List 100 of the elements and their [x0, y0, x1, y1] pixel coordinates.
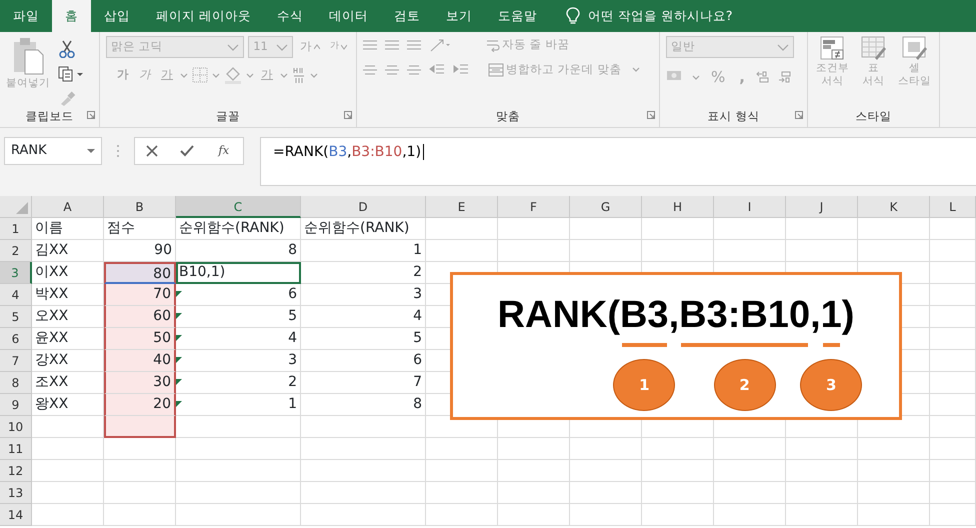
- empty-cell: [570, 460, 642, 482]
- column-header[interactable]: K: [858, 196, 930, 218]
- paste-clipboard-icon[interactable]: [11, 36, 45, 76]
- scissors-icon[interactable]: [58, 40, 76, 58]
- copy-icon[interactable]: [58, 66, 84, 82]
- empty-cell: [104, 438, 176, 460]
- merge-cells-icon: [488, 62, 504, 77]
- row-header[interactable]: 7: [0, 350, 32, 372]
- empty-cell: [570, 218, 642, 240]
- table-cell: 40: [104, 350, 176, 372]
- column-header[interactable]: J: [786, 196, 858, 218]
- column-header[interactable]: L: [930, 196, 976, 218]
- align-left-icon[interactable]: [363, 62, 377, 77]
- middle-align-icon[interactable]: [385, 38, 399, 52]
- ribbon-tab[interactable]: 검토: [380, 0, 433, 32]
- column-header[interactable]: A: [32, 196, 104, 218]
- ribbon-tab[interactable]: 보기: [432, 0, 485, 32]
- caret-icon[interactable]: [692, 74, 700, 80]
- borders-icon[interactable]: [192, 67, 208, 83]
- row-header[interactable]: 9: [0, 394, 32, 416]
- table-cell: 김XX: [32, 240, 104, 262]
- top-align-icon[interactable]: [363, 38, 377, 52]
- ribbon-tab[interactable]: 파일: [0, 0, 52, 32]
- decrease-decimal-icon[interactable]: [778, 70, 792, 84]
- empty-cell: [930, 460, 976, 482]
- numbered-circle: 3: [800, 359, 862, 411]
- caret-icon[interactable]: [180, 72, 188, 78]
- empty-cell: [498, 218, 570, 240]
- column-header[interactable]: F: [498, 196, 570, 218]
- caret-icon: [777, 44, 789, 50]
- ribbon-tab[interactable]: 페이지 레이아웃: [143, 0, 264, 32]
- ribbon-tab[interactable]: 삽입: [91, 0, 143, 32]
- empty-cell: [786, 460, 858, 482]
- row-header[interactable]: 13: [0, 482, 32, 504]
- empty-cell: [930, 416, 976, 438]
- insert-function-button[interactable]: fx: [215, 142, 232, 160]
- bottom-align-icon[interactable]: [407, 38, 421, 52]
- empty-cell: [930, 482, 976, 504]
- increase-decimal-icon[interactable]: [756, 70, 770, 84]
- row-header[interactable]: 14: [0, 504, 32, 526]
- tell-me-search[interactable]: 어떤 작업을 원하시나요?: [588, 6, 733, 26]
- caret-icon[interactable]: [246, 72, 254, 78]
- empty-cell: [714, 460, 786, 482]
- empty-cell: [498, 504, 570, 526]
- table-format-icon[interactable]: [860, 36, 886, 62]
- underline-mark: [822, 343, 840, 347]
- row-header[interactable]: 1: [0, 218, 32, 240]
- dialog-launcher-icon[interactable]: [87, 110, 95, 119]
- select-all-icon[interactable]: [16, 202, 28, 214]
- row-header[interactable]: 12: [0, 460, 32, 482]
- column-header[interactable]: B: [104, 196, 176, 218]
- ribbon-tab[interactable]: 홈: [52, 0, 91, 32]
- caret-icon[interactable]: [280, 72, 288, 78]
- caret-icon[interactable]: [632, 67, 640, 72]
- table-cell: 30: [104, 372, 176, 394]
- align-right-icon[interactable]: [407, 62, 421, 77]
- dialog-launcher-icon[interactable]: [795, 110, 803, 119]
- column-header[interactable]: E: [426, 196, 498, 218]
- caret-icon[interactable]: [212, 72, 220, 78]
- name-box-text: RANK: [11, 142, 47, 160]
- row-header[interactable]: 10: [0, 416, 32, 438]
- phonetic-guide-icon[interactable]: [292, 66, 306, 84]
- row-header[interactable]: 8: [0, 372, 32, 394]
- table-cell: 4: [301, 306, 426, 328]
- formula-text[interactable]: =RANK(B3,B3:B10,1): [273, 144, 424, 160]
- cancel-icon[interactable]: [146, 145, 158, 157]
- empty-cell: [930, 394, 976, 416]
- ribbon-tab[interactable]: 도움말: [484, 0, 550, 32]
- column-header[interactable]: H: [642, 196, 714, 218]
- empty-cell: [642, 218, 714, 240]
- group-label: 표시 형식: [708, 108, 760, 125]
- empty-cell: [858, 218, 930, 240]
- name-box[interactable]: RANK: [4, 137, 102, 165]
- cell-style-icon[interactable]: [902, 36, 928, 62]
- row-header[interactable]: 3: [0, 262, 32, 284]
- caret-icon[interactable]: [87, 148, 95, 154]
- ribbon-tab[interactable]: 수식: [264, 0, 316, 32]
- column-header[interactable]: G: [570, 196, 642, 218]
- column-header[interactable]: I: [714, 196, 786, 218]
- row-header[interactable]: 6: [0, 328, 32, 350]
- ribbon-tab[interactable]: 데이터: [316, 0, 381, 32]
- empty-cell: [858, 240, 930, 262]
- empty-cell: [930, 372, 976, 394]
- conditional-format-icon[interactable]: [820, 36, 846, 62]
- column-header[interactable]: C: [176, 196, 301, 218]
- row-header[interactable]: 4: [0, 284, 32, 306]
- row-header[interactable]: 11: [0, 438, 32, 460]
- checkmark-icon[interactable]: [180, 145, 194, 157]
- dialog-launcher-icon[interactable]: [647, 110, 655, 119]
- table-cell: 1: [176, 394, 301, 416]
- fill-bucket-icon[interactable]: [224, 66, 242, 84]
- empty-cell: [930, 438, 976, 460]
- text-orientation-icon[interactable]: [429, 36, 451, 53]
- row-header[interactable]: 5: [0, 306, 32, 328]
- dialog-launcher-icon[interactable]: [344, 110, 352, 119]
- caret-icon[interactable]: [310, 72, 318, 78]
- align-center-icon[interactable]: [385, 62, 399, 77]
- row-header[interactable]: 2: [0, 240, 32, 262]
- number-format-text: 일반: [671, 38, 695, 56]
- column-header[interactable]: D: [301, 196, 426, 218]
